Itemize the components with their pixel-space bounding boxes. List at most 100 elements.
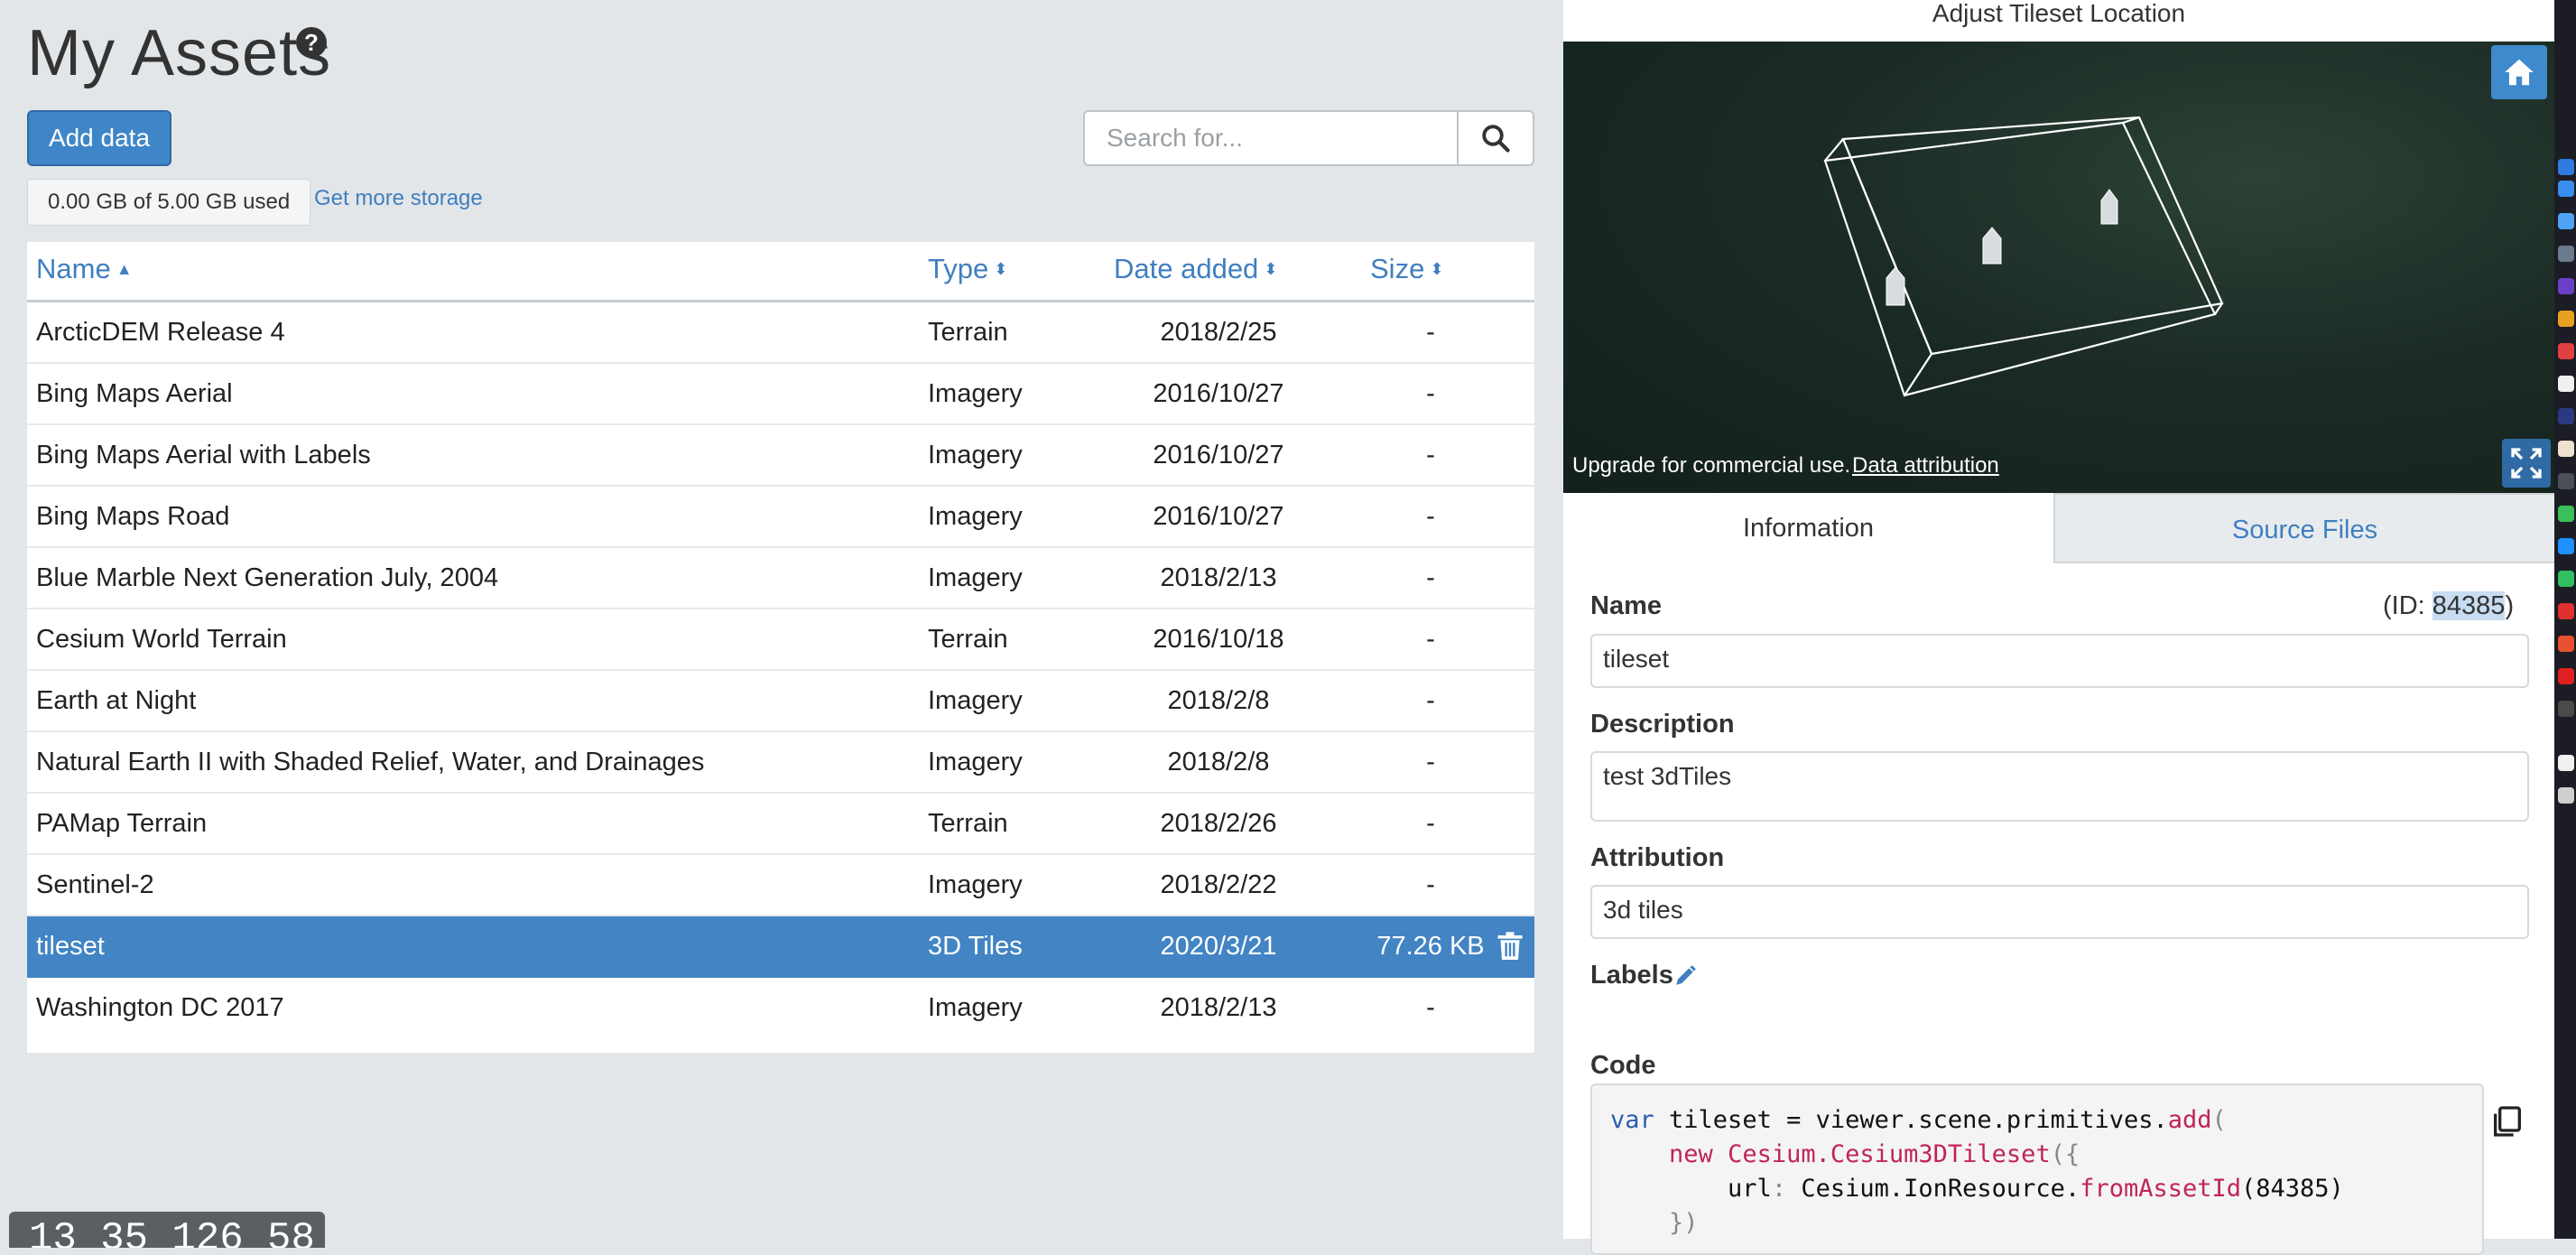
cell-date: 2018/2/22 bbox=[1160, 870, 1277, 899]
cell-name: PAMap Terrain bbox=[36, 809, 208, 838]
cell-type: Terrain bbox=[928, 809, 1008, 838]
code-function: fromAssetId bbox=[2080, 1175, 2242, 1203]
cell-type: Terrain bbox=[928, 318, 1008, 347]
app-icon[interactable] bbox=[2558, 376, 2574, 392]
app-icon[interactable] bbox=[2558, 538, 2574, 554]
table-row[interactable]: Earth at Night Imagery 2018/2/8 - bbox=[27, 671, 1534, 732]
app-icon[interactable] bbox=[2558, 408, 2574, 424]
table-row[interactable]: PAMap Terrain Terrain 2018/2/26 - bbox=[27, 794, 1534, 855]
attribution-field[interactable]: 3d tiles bbox=[1590, 885, 2529, 939]
app-icon[interactable] bbox=[2558, 787, 2574, 804]
app-icon[interactable] bbox=[2558, 311, 2574, 327]
app-icon[interactable] bbox=[2558, 603, 2574, 619]
cell-name: Bing Maps Aerial with Labels bbox=[36, 441, 371, 469]
pencil-icon[interactable] bbox=[1673, 964, 1697, 988]
attribution-label: Attribution bbox=[1590, 843, 1725, 872]
code-punct: }) bbox=[1669, 1209, 1699, 1237]
cell-name: Cesium World Terrain bbox=[36, 625, 287, 654]
app-icon[interactable] bbox=[2558, 159, 2574, 175]
asset-id: (ID: 84385) bbox=[2383, 591, 2514, 621]
sort-icon: ⬍ bbox=[1264, 259, 1278, 278]
table-row[interactable]: ArcticDEM Release 4 Terrain 2018/2/25 - bbox=[27, 302, 1534, 364]
code-text: Cesium.IonResource. bbox=[1801, 1175, 2080, 1203]
fullscreen-button[interactable] bbox=[2502, 439, 2551, 488]
description-field[interactable]: test 3dTiles bbox=[1590, 751, 2529, 822]
cell-date: 2016/10/18 bbox=[1153, 625, 1284, 654]
table-row[interactable]: Bing Maps Aerial with Labels Imagery 201… bbox=[27, 425, 1534, 487]
cell-name: Sentinel-2 bbox=[36, 870, 154, 899]
code-punct: ({ bbox=[2050, 1140, 2080, 1168]
code-keyword: var bbox=[1610, 1106, 1654, 1134]
asset-id-prefix: (ID: bbox=[2383, 591, 2425, 620]
home-icon bbox=[2505, 59, 2534, 86]
cell-type: Imagery bbox=[928, 563, 1023, 592]
search-input[interactable] bbox=[1083, 110, 1457, 166]
app-icon[interactable] bbox=[2558, 246, 2574, 262]
cell-date: 2018/2/13 bbox=[1160, 563, 1277, 592]
cell-name: tileset bbox=[36, 932, 105, 961]
cell-date: 2018/2/13 bbox=[1160, 993, 1277, 1022]
cell-size: - bbox=[1426, 748, 1435, 776]
asset-id-suffix: ) bbox=[2505, 591, 2515, 620]
table-row[interactable]: Bing Maps Road Imagery 2016/10/27 - bbox=[27, 487, 1534, 548]
code-label: Code bbox=[1590, 1051, 1656, 1080]
labels-label: Labels bbox=[1590, 961, 1673, 990]
app-icon[interactable] bbox=[2558, 701, 2574, 717]
app-icon[interactable] bbox=[2558, 181, 2574, 197]
table-row[interactable]: Natural Earth II with Shaded Relief, Wat… bbox=[27, 732, 1534, 794]
app-icon[interactable] bbox=[2558, 441, 2574, 457]
code-keyword: new bbox=[1669, 1140, 1713, 1168]
detail-tabs: Information Source Files bbox=[1563, 493, 2554, 565]
cell-date: 2018/2/8 bbox=[1167, 748, 1270, 776]
column-type-header[interactable]: Type ⬍ bbox=[928, 253, 1007, 285]
app-icon[interactable] bbox=[2558, 213, 2574, 229]
app-icon[interactable] bbox=[2558, 755, 2574, 771]
tab-source-files[interactable]: Source Files bbox=[2055, 493, 2554, 563]
column-name-label: Name bbox=[36, 253, 111, 284]
cell-type: Terrain bbox=[928, 625, 1008, 654]
app-icon[interactable] bbox=[2558, 668, 2574, 684]
name-field[interactable]: tileset bbox=[1590, 634, 2529, 688]
column-size-label: Size bbox=[1370, 253, 1425, 284]
table-row[interactable]: Blue Marble Next Generation July, 2004 I… bbox=[27, 548, 1534, 609]
upgrade-notice: Upgrade for commercial use. bbox=[1572, 453, 1851, 478]
table-row[interactable]: Sentinel-2 Imagery 2018/2/22 - bbox=[27, 855, 1534, 916]
table-row[interactable]: Cesium World Terrain Terrain 2016/10/18 … bbox=[27, 609, 1534, 671]
search-button[interactable] bbox=[1457, 110, 1534, 166]
table-row[interactable]: Washington DC 2017 Imagery 2018/2/13 - bbox=[27, 978, 1534, 1037]
cell-type: Imagery bbox=[928, 993, 1023, 1022]
app-icon[interactable] bbox=[2558, 571, 2574, 587]
copy-icon[interactable] bbox=[2489, 1103, 2525, 1139]
cell-name: Earth at Night bbox=[36, 686, 197, 715]
table-row[interactable]: Bing Maps Aerial Imagery 2016/10/27 - bbox=[27, 364, 1534, 425]
column-date-header[interactable]: Date added ⬍ bbox=[1114, 253, 1277, 285]
data-attribution-link[interactable]: Data attribution bbox=[1852, 453, 1999, 479]
search-icon bbox=[1482, 125, 1510, 153]
trash-icon[interactable] bbox=[1496, 931, 1524, 962]
tab-information[interactable]: Information bbox=[1563, 493, 2055, 563]
app-icon[interactable] bbox=[2558, 636, 2574, 652]
app-icon[interactable] bbox=[2558, 343, 2574, 359]
cell-type: Imagery bbox=[928, 686, 1023, 715]
fullscreen-icon bbox=[2511, 448, 2542, 479]
cell-type: Imagery bbox=[928, 870, 1023, 899]
column-name-header[interactable]: Name ▲ bbox=[36, 253, 133, 285]
add-data-button[interactable]: Add data bbox=[27, 110, 171, 166]
code-text: tileset = viewer.scene.primitives. bbox=[1654, 1106, 2168, 1134]
home-button[interactable] bbox=[2491, 45, 2547, 99]
cesium-viewer[interactable]: Upgrade for commercial use. Data attribu… bbox=[1563, 42, 2554, 493]
app-icon[interactable] bbox=[2558, 506, 2574, 522]
cell-size: - bbox=[1426, 441, 1435, 469]
get-more-storage-link[interactable]: Get more storage bbox=[314, 186, 483, 211]
table-row-selected[interactable]: tileset 3D Tiles 2020/3/21 77.26 KB bbox=[27, 916, 1534, 978]
search-bar bbox=[1083, 110, 1534, 166]
column-type-label: Type bbox=[928, 253, 989, 284]
clock-overlay: 13 35 126 58 bbox=[9, 1212, 325, 1248]
app-icon[interactable] bbox=[2558, 473, 2574, 489]
app-icon[interactable] bbox=[2558, 278, 2574, 294]
assets-panel: My Assets ? Add data 0.00 GB of 5.00 GB … bbox=[0, 0, 1561, 1248]
column-size-header[interactable]: Size ⬍ bbox=[1370, 253, 1443, 285]
code-snippet[interactable]: var tileset = viewer.scene.primitives.ad… bbox=[1590, 1083, 2484, 1255]
help-icon[interactable]: ? bbox=[296, 27, 327, 58]
asset-id-value: 84385 bbox=[2432, 591, 2506, 620]
